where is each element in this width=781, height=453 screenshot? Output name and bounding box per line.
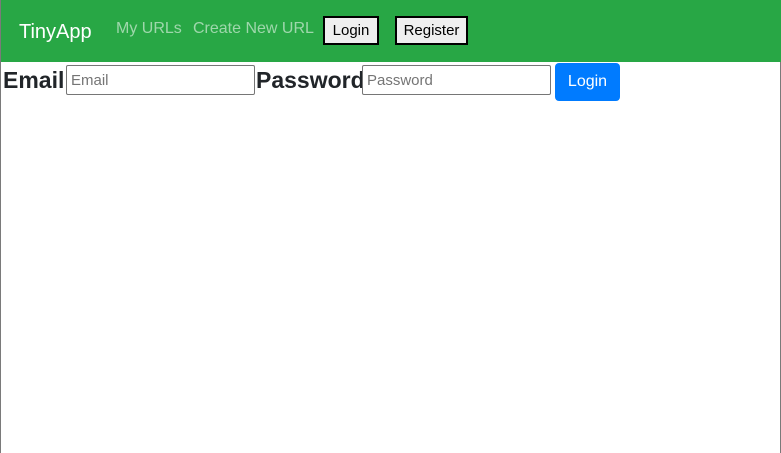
nav-link-my-urls[interactable]: My URLs xyxy=(116,19,182,39)
email-input[interactable] xyxy=(66,65,255,95)
login-form: Email Password Login xyxy=(3,62,763,102)
nav-login-button[interactable]: Login xyxy=(323,16,379,45)
brand-link[interactable]: TinyApp xyxy=(19,20,92,44)
login-submit-button[interactable]: Login xyxy=(555,63,620,101)
password-label: Password xyxy=(256,67,365,93)
nav-register-button[interactable]: Register xyxy=(395,16,468,45)
password-input[interactable] xyxy=(362,65,551,95)
navbar: TinyApp My URLs Create New URL Login Reg… xyxy=(1,0,781,62)
page: TinyApp My URLs Create New URL Login Reg… xyxy=(0,0,781,453)
email-label: Email xyxy=(3,67,65,93)
nav-link-create-new-url[interactable]: Create New URL xyxy=(193,19,314,39)
